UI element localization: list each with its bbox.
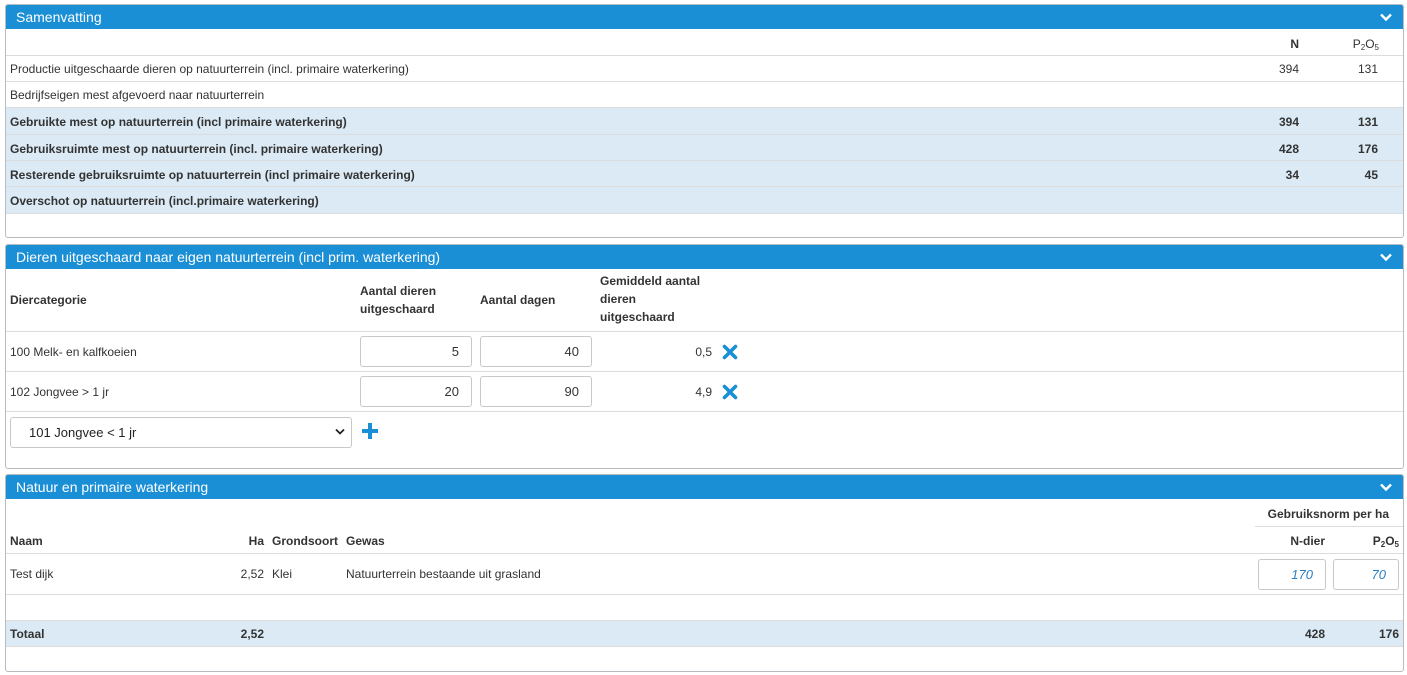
gemiddeld-value: 0,5	[695, 345, 712, 359]
aantal-dieren-input[interactable]: 20	[360, 376, 472, 407]
summary-p: 45	[1364, 168, 1378, 182]
dieren-title: Dieren uitgeschaard naar eigen natuurter…	[16, 249, 441, 265]
perceel-grondsoort: Klei	[272, 567, 293, 581]
natuur-spacer-row	[6, 594, 1403, 620]
summary-n: 34	[1285, 168, 1299, 182]
natuur-group-row: Gebruiksnorm per ha	[6, 499, 1403, 527]
aantal-dagen-input[interactable]: 40	[480, 336, 592, 367]
chevron-down-icon[interactable]	[1379, 250, 1393, 264]
summary-p: 176	[1357, 142, 1378, 156]
summary-row: Productie uitgeschaarde dieren op natuur…	[6, 55, 1403, 81]
natuur-title: Natuur en primaire waterkering	[16, 479, 209, 495]
dieren-header-row: Diercategorie Aantal dieren uitgeschaard …	[6, 269, 1403, 331]
dier-category: 100 Melk- en kalfkoeien	[10, 345, 137, 359]
summary-p: 131	[1357, 115, 1378, 129]
aantal-dieren-input[interactable]: 5	[360, 336, 472, 367]
delete-icon[interactable]	[722, 344, 738, 360]
col-gewas: Gewas	[346, 534, 385, 548]
dieren-panel: Dieren uitgeschaard naar eigen natuurter…	[5, 244, 1404, 469]
add-icon[interactable]	[360, 421, 380, 441]
summary-label: Resterende gebruiksruimte op natuurterre…	[10, 168, 415, 182]
chevron-down-icon	[335, 428, 345, 435]
totaal-p: 176	[1378, 627, 1399, 641]
summary-n: 394	[1278, 62, 1299, 76]
summary-row: Bedrijfseigen mest afgevoerd naar natuur…	[6, 81, 1403, 107]
col-ha: Ha	[248, 534, 264, 548]
summary-row: Resterende gebruiksruimte op natuurterre…	[6, 160, 1403, 186]
aantal-dagen-input[interactable]: 90	[480, 376, 592, 407]
n-dier-input[interactable]: 170	[1258, 559, 1326, 590]
gebruiksnorm-header: Gebruiksnorm per ha	[1267, 507, 1389, 521]
col-ndier: N-dier	[1290, 534, 1325, 548]
col-diercategorie: Diercategorie	[10, 293, 87, 307]
totaal-label: Totaal	[10, 627, 45, 641]
summary-header-row: N P2O5	[6, 29, 1403, 55]
natuur-bottom-spacer	[6, 646, 1403, 647]
col-naam: Naam	[10, 534, 43, 548]
delete-icon[interactable]	[722, 384, 738, 400]
col-aantal-dieren: Aantal dieren uitgeschaard	[360, 284, 437, 316]
summary-label: Bedrijfseigen mest afgevoerd naar natuur…	[10, 88, 265, 102]
perceel-gewas: Natuurterrein bestaande uit grasland	[346, 567, 541, 581]
totaal-row: Totaal 2,52 428 176	[6, 620, 1403, 646]
dier-row: 102 Jongvee > 1 jr 20 90 4,9	[6, 371, 1403, 412]
chevron-down-icon[interactable]	[1379, 10, 1393, 24]
natuur-panel: Natuur en primaire waterkering Gebruiksn…	[5, 474, 1404, 672]
summary-n: 394	[1278, 115, 1299, 129]
summary-label: Gebruiksruimte mest op natuurterrein (in…	[10, 142, 383, 156]
natuur-header[interactable]: Natuur en primaire waterkering	[6, 475, 1403, 499]
summary-p: 131	[1357, 62, 1378, 76]
summary-row: Overschot op natuurterrein (incl.primair…	[6, 186, 1403, 213]
perceel-ha: 2,52	[240, 567, 264, 581]
natuur-header-row: Naam Ha Grondsoort Gewas N-dier P2O5	[6, 527, 1403, 553]
dier-category: 102 Jongvee > 1 jr	[10, 385, 110, 399]
samenvatting-title: Samenvatting	[16, 9, 102, 25]
col-n-header: N	[1290, 37, 1299, 51]
summary-row: Gebruikte mest op natuurterrein (incl pr…	[6, 107, 1403, 134]
totaal-ha: 2,52	[240, 627, 264, 641]
chevron-down-icon[interactable]	[1379, 480, 1393, 494]
summary-spacer	[6, 213, 1403, 214]
select-value: 101 Jongvee < 1 jr	[29, 425, 137, 440]
col-grondsoort: Grondsoort	[272, 534, 338, 548]
col-aantal-dagen: Aantal dagen	[480, 293, 556, 307]
summary-row: Gebruiksruimte mest op natuurterrein (in…	[6, 134, 1403, 160]
col-gemiddeld: Gemiddeld aantal dieren uitgeschaard	[600, 274, 701, 324]
dieren-header[interactable]: Dieren uitgeschaard naar eigen natuurter…	[6, 245, 1403, 269]
samenvatting-panel: Samenvatting N P2O5 Productie uitgeschaa…	[5, 4, 1404, 238]
samenvatting-header[interactable]: Samenvatting	[6, 5, 1403, 29]
summary-label: Productie uitgeschaarde dieren op natuur…	[10, 62, 409, 76]
dier-row: 100 Melk- en kalfkoeien 5 40 0,5	[6, 331, 1403, 371]
p2o5-input[interactable]: 70	[1333, 559, 1399, 590]
natuur-row: Test dijk 2,52 Klei Natuurterrein bestaa…	[6, 553, 1403, 594]
col-p2o5: P2O5	[1372, 534, 1399, 549]
summary-label: Gebruikte mest op natuurterrein (incl pr…	[10, 115, 347, 129]
col-p2o5-header: P2O5	[1352, 37, 1379, 52]
gemiddeld-value: 4,9	[695, 385, 712, 399]
diercategorie-select[interactable]: 101 Jongvee < 1 jr	[10, 417, 352, 448]
summary-label: Overschot op natuurterrein (incl.primair…	[10, 194, 319, 208]
perceel-naam: Test dijk	[10, 567, 54, 581]
totaal-n: 428	[1304, 627, 1325, 641]
summary-n: 428	[1278, 142, 1299, 156]
add-dier-row: 101 Jongvee < 1 jr	[6, 411, 1403, 461]
